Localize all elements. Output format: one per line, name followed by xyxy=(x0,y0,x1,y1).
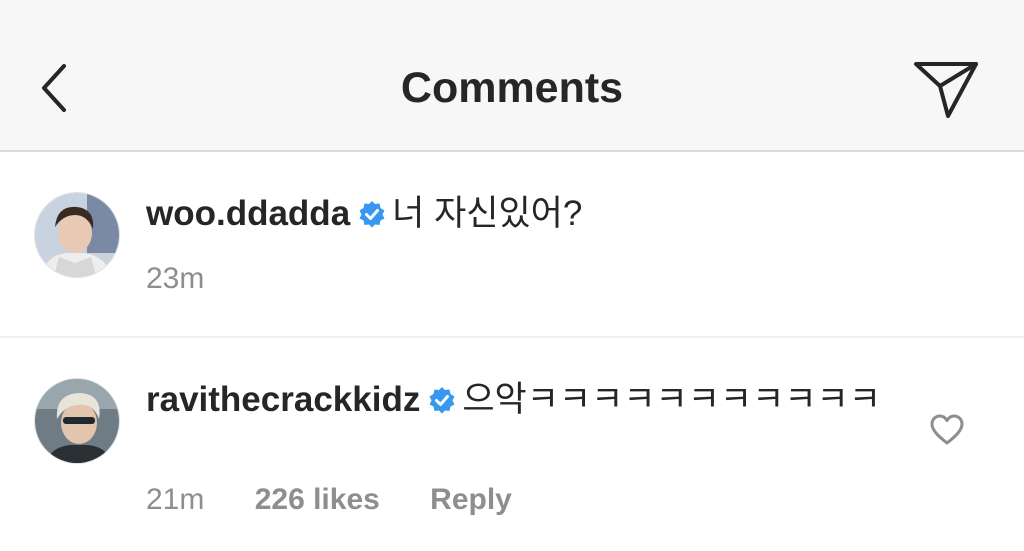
comment-text: 으악ㅋㅋㅋㅋㅋㅋㅋㅋㅋㅋㅋ xyxy=(462,380,881,419)
comment-body: woo.ddadda 너 자신있어? xyxy=(146,192,904,236)
comment-item: woo.ddadda 너 자신있어? 23m xyxy=(0,152,1024,338)
paper-plane-icon xyxy=(914,62,978,118)
comment-time: 21m xyxy=(146,483,205,516)
like-button[interactable] xyxy=(930,414,964,446)
page-title: Comments xyxy=(400,64,624,112)
avatar-image xyxy=(35,379,119,463)
reply-button[interactable]: Reply xyxy=(430,483,512,516)
heart-outline-icon xyxy=(930,414,964,445)
comment-time: 23m xyxy=(146,262,205,295)
comment-text: 너 자신있어? xyxy=(392,194,583,233)
comment-body: ravithecrackkidz 으악ㅋㅋㅋㅋㅋㅋㅋㅋㅋㅋㅋ xyxy=(146,378,904,422)
comment-username[interactable]: woo.ddadda xyxy=(146,194,350,233)
comment-item: ravithecrackkidz 으악ㅋㅋㅋㅋㅋㅋㅋㅋㅋㅋㅋ 21m 226 l… xyxy=(0,338,1024,551)
comment-meta: 23m xyxy=(146,262,246,296)
comment-username[interactable]: ravithecrackkidz xyxy=(146,380,420,419)
header-bar: Comments xyxy=(0,0,1024,152)
avatar[interactable] xyxy=(34,192,120,278)
comment-meta: 21m 226 likes Reply xyxy=(146,483,554,517)
avatar-image xyxy=(35,193,119,277)
share-button[interactable] xyxy=(912,56,980,120)
avatar[interactable] xyxy=(34,378,120,464)
verified-badge-icon xyxy=(428,381,456,414)
likes-count[interactable]: 226 likes xyxy=(255,483,380,516)
verified-badge-icon xyxy=(358,195,386,228)
